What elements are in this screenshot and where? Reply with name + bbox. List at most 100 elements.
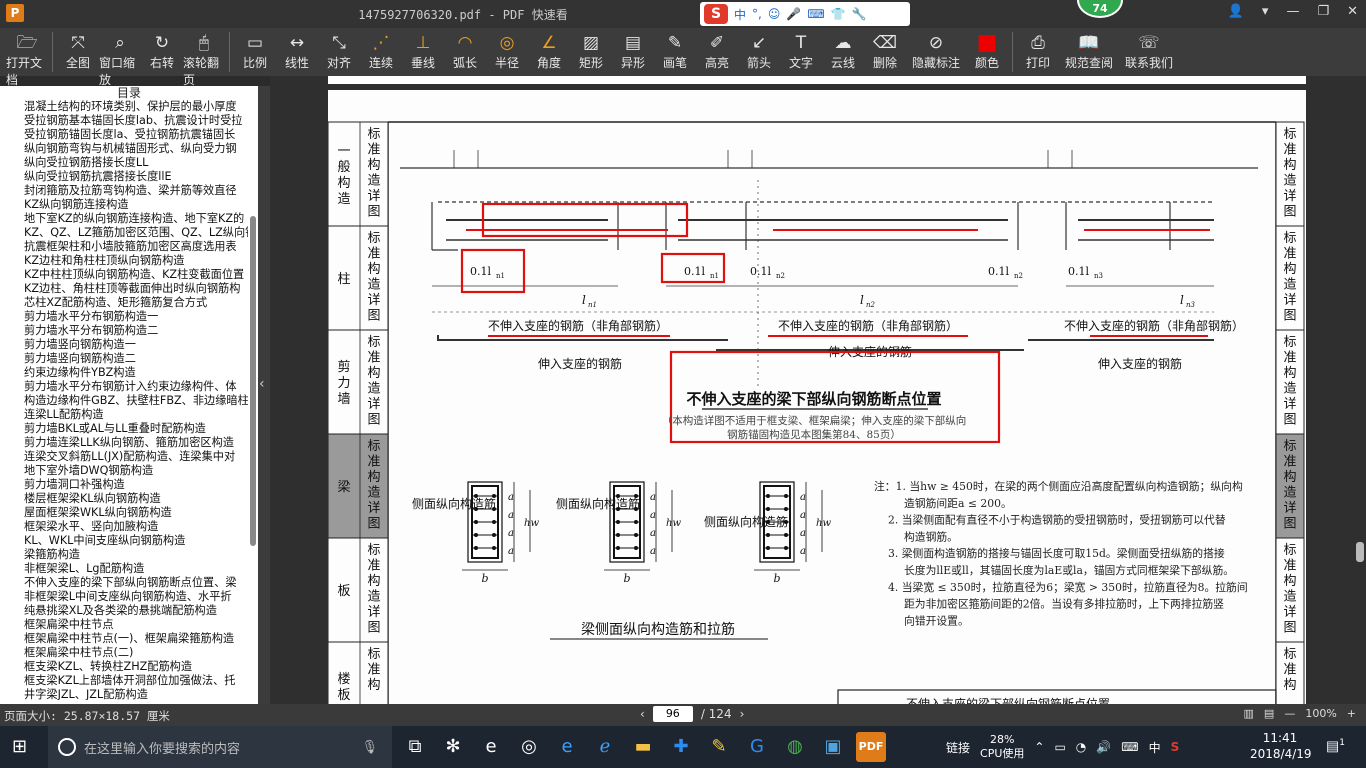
toc-item[interactable]: 框支梁KZL上部墙体开洞部位加强做法、托: [24, 674, 248, 688]
sidebar-collapse-button[interactable]: ‹: [258, 86, 270, 704]
minimize-button[interactable]: —: [1286, 4, 1299, 19]
ie-edge-blue-icon[interactable]: e: [552, 732, 582, 762]
toc-item[interactable]: 框架梁水平、竖向加腋构造: [24, 520, 248, 534]
toolbar-button-text[interactable]: T 文字: [780, 28, 822, 71]
toolbar-button-linear[interactable]: ↔ 线性: [276, 28, 318, 71]
volume-icon[interactable]: 🔊: [1096, 740, 1111, 754]
start-button[interactable]: ⊞: [12, 738, 30, 756]
toc-item[interactable]: 剪力墙连梁LLK纵向钢筋、箍筋加密区构造: [24, 436, 248, 450]
clock[interactable]: 11:41 2018/4/19: [1250, 730, 1312, 762]
microphone-icon[interactable]: 🎙: [361, 740, 378, 755]
left-tab-5[interactable]: 标准构楼板相: [327, 641, 389, 704]
right-tab-0[interactable]: 标准构造详图: [1275, 121, 1305, 227]
toc-item[interactable]: 封闭箍筋及拉筋弯钩构造、梁并筋等效直径: [24, 184, 248, 198]
toolbar-button-align[interactable]: ⤡ 对齐: [318, 28, 360, 71]
tray-link-label[interactable]: 链接: [946, 739, 970, 756]
toolbar-button-fullview[interactable]: ⤧ 全图: [57, 28, 99, 71]
toc-item[interactable]: 地下室外墙DWQ钢筋构造: [24, 464, 248, 478]
toc-item[interactable]: 非框架梁L、Lg配筋构造: [24, 562, 248, 576]
toc-item[interactable]: 剪力墙洞口补强构造: [24, 478, 248, 492]
toc-item[interactable]: 纯悬挑梁XL及各类梁的悬挑端配筋构造: [24, 604, 248, 618]
toc-item[interactable]: 剪力墙水平分布钢筋计入约束边缘构件、体: [24, 380, 248, 394]
close-button[interactable]: ✕: [1347, 4, 1358, 19]
toc-item[interactable]: 混凝土结构的环境类别、保护层的最小厚度: [24, 100, 248, 114]
right-tab-4[interactable]: 标准构造详图: [1275, 537, 1305, 643]
cpu-monitor[interactable]: 28% CPU使用: [980, 733, 1024, 761]
ime-voice-icon[interactable]: 🎤: [786, 7, 801, 21]
toc-item[interactable]: 框架扁梁中柱节点(一)、框架扁梁箍筋构造: [24, 632, 248, 646]
sogou-tray-icon[interactable]: S: [1171, 740, 1180, 754]
toc-item[interactable]: 框架扁梁中柱节点: [24, 618, 248, 632]
file-explorer-icon[interactable]: ▬: [628, 732, 658, 762]
edge-icon[interactable]: e: [476, 732, 506, 762]
toolbar-button-perpendicular[interactable]: ⊥ 垂线: [402, 28, 444, 71]
360-browser-icon[interactable]: ◍: [780, 732, 810, 762]
toc-item[interactable]: 受拉钢筋基本锚固长度lab、抗震设计时受拉: [24, 114, 248, 128]
keyboard-icon[interactable]: ⌨: [1121, 740, 1138, 754]
toc-item[interactable]: 剪力墙水平分布钢筋构造一: [24, 310, 248, 324]
toolbar-button-angle[interactable]: ∠ 角度: [528, 28, 570, 71]
toc-item[interactable]: KZ边柱、角柱柱顶等截面伸出时纵向钢筋构: [24, 282, 248, 296]
right-tab-1[interactable]: 标准构造详图: [1275, 225, 1305, 331]
left-tab-3[interactable]: 标准构造详图 梁: [327, 433, 389, 539]
taskbar-search[interactable]: 在这里输入你要搜索的内容 🎙: [48, 726, 392, 768]
toc-item[interactable]: 屋面框架梁WKL纵向钢筋构造: [24, 506, 248, 520]
toolbar-button-pen[interactable]: ✎ 画笔: [654, 28, 696, 71]
toolbar-button-arrow[interactable]: ↙ 箭头: [738, 28, 780, 71]
toc-item[interactable]: 剪力墙竖向钢筋构造二: [24, 352, 248, 366]
toc-item[interactable]: 楼层框架梁KL纵向钢筋构造: [24, 492, 248, 506]
photos-app-icon[interactable]: ▣: [818, 732, 848, 762]
toolbar-button-book[interactable]: 📖 规范查阅: [1059, 28, 1119, 71]
toc-item[interactable]: KZ边柱和角柱柱顶纵向钢筋构造: [24, 254, 248, 268]
document-area[interactable]: 标准构造详图一般构造标准构造详图柱标准构造详图剪力墙标准构造详图梁标准构造详图板…: [270, 76, 1366, 704]
toc-item[interactable]: 框支梁KZL、转换柱ZHZ配筋构造: [24, 660, 248, 674]
zoom-level[interactable]: 100%: [1305, 707, 1336, 720]
right-tab-3[interactable]: 标准构造详图: [1275, 433, 1305, 539]
toolbar-button-cloud[interactable]: ☁ 云线: [822, 28, 864, 71]
toc-item[interactable]: 纵向受拉钢筋抗震搭接长度llE: [24, 170, 248, 184]
toolbar-button-rectangle[interactable]: ▨ 矩形: [570, 28, 612, 71]
toc-item[interactable]: 框架扁梁中柱节点(二): [24, 646, 248, 660]
zoom-out-button[interactable]: —: [1284, 707, 1295, 720]
app-blue-plus-icon[interactable]: ✚: [666, 732, 696, 762]
document-scrollbar-thumb[interactable]: [1356, 542, 1364, 562]
ime-toolbar[interactable]: S 中 °, ☺ 🎤 ⌨ 👕 🔧: [700, 2, 910, 26]
two-page-view-icon[interactable]: ▥: [1244, 707, 1254, 720]
tray-expand-icon[interactable]: ⌃: [1034, 740, 1044, 754]
action-center-icon[interactable]: ▤1: [1326, 738, 1345, 755]
toolbar-button-polygon[interactable]: ▤ 异形: [612, 28, 654, 71]
browser-swirl-icon[interactable]: ◎: [514, 732, 544, 762]
left-tab-0[interactable]: 标准构造详图一般构造: [327, 121, 389, 227]
network-icon[interactable]: ◔: [1076, 740, 1086, 754]
toolbar-button-radius[interactable]: ◎ 半径: [486, 28, 528, 71]
left-tab-2[interactable]: 标准构造详图 剪力墙: [327, 329, 389, 435]
toc-item[interactable]: 连梁交叉斜筋LL(JX)配筋构造、连梁集中对: [24, 450, 248, 464]
toolbar-button-eraser[interactable]: ⌫ 删除: [864, 28, 906, 71]
internet-explorer-icon[interactable]: ℯ: [590, 732, 620, 762]
toc-item[interactable]: KZ纵向钢筋连接构造: [24, 198, 248, 212]
toolbar-button-mouse[interactable]: 🖱 滚轮翻页: [183, 28, 225, 88]
toolbar-button-color[interactable]: ■ 颜色: [966, 28, 1008, 71]
ime-skin-icon[interactable]: 👕: [831, 7, 846, 21]
toc-item[interactable]: 连梁LL配筋构造: [24, 408, 248, 422]
toolbar-button-print[interactable]: ⎙ 打印: [1017, 28, 1059, 71]
ime-punct-mode[interactable]: °,: [752, 7, 762, 21]
next-page-button[interactable]: ›: [740, 707, 745, 721]
pinwheel-app-icon[interactable]: ✻: [438, 732, 468, 762]
restore-button[interactable]: ❐: [1317, 4, 1329, 19]
menu-dropdown-icon[interactable]: ▾: [1262, 4, 1269, 19]
battery-icon[interactable]: ▭: [1054, 740, 1065, 754]
zoom-in-button[interactable]: +: [1347, 707, 1356, 720]
single-page-view-icon[interactable]: ▤: [1264, 707, 1274, 720]
toc-item[interactable]: 剪力墙竖向钢筋构造一: [24, 338, 248, 352]
toc-item[interactable]: 受拉钢筋锚固长度la、受拉钢筋抗震锚固长: [24, 128, 248, 142]
toc-item[interactable]: KZ中柱柱顶纵向钢筋构造、KZ柱变截面位置: [24, 268, 248, 282]
toc-item[interactable]: 剪力墙BKL或AL与LL重叠时配筋构造: [24, 422, 248, 436]
toc-item[interactable]: 抗震框架柱和小墙肢箍筋加密区高度选用表: [24, 240, 248, 254]
user-icon[interactable]: 👤: [1228, 4, 1244, 19]
toolbar-button-zoom[interactable]: ⌕ 窗口缩放: [99, 28, 141, 88]
notes-app-icon[interactable]: ✎: [704, 732, 734, 762]
toolbar-button-hide[interactable]: ⊘ 隐藏标注: [906, 28, 966, 71]
toolbar-button-highlight[interactable]: ✐ 高亮: [696, 28, 738, 71]
ime-language[interactable]: 中: [1149, 739, 1161, 756]
